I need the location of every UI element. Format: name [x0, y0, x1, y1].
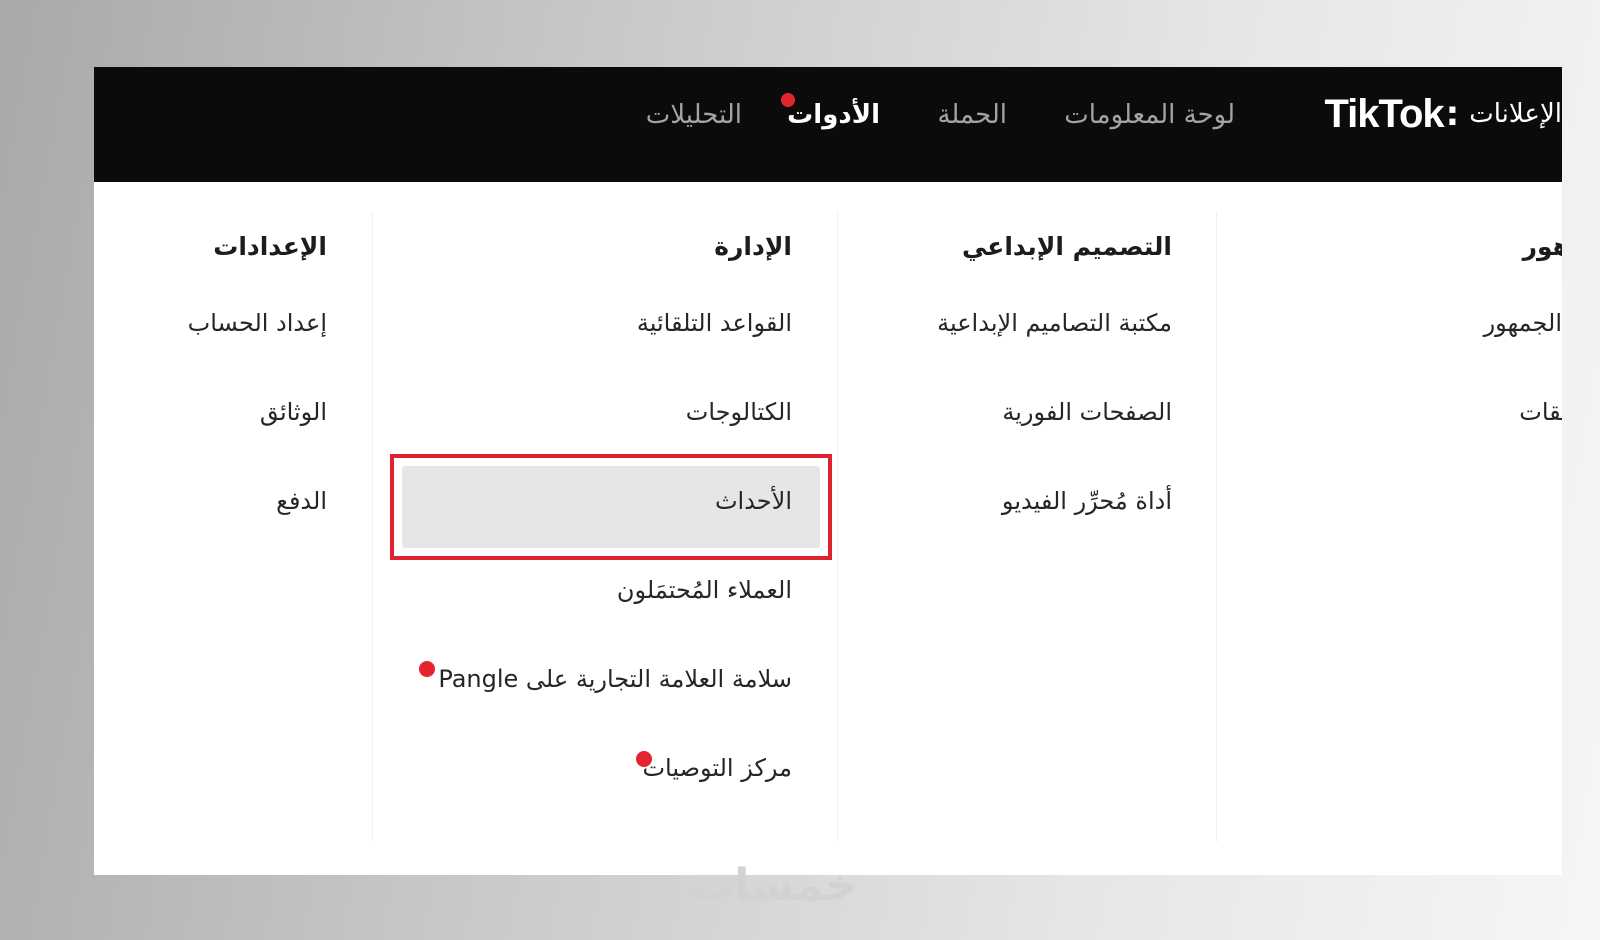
- audience-column-title: هور: [1522, 232, 1562, 261]
- nav-tools-label: الأدوات: [787, 100, 880, 130]
- column-divider: [372, 212, 373, 842]
- menu-item-events[interactable]: الأحداث: [715, 481, 792, 521]
- notification-dot-icon: [419, 661, 435, 677]
- menu-item-recommendations-center[interactable]: مركز التوصيات: [642, 748, 792, 788]
- column-divider: [1216, 212, 1217, 842]
- app-window: TikTok : الإعلانات لوحة المعلومات الحملة…: [94, 67, 1562, 875]
- menu-item-automated-rules[interactable]: القواعد التلقائية: [637, 303, 792, 343]
- menu-item-account-setup[interactable]: إعداد الحساب: [188, 303, 327, 343]
- menu-item-pangle-brand-safety[interactable]: سلامة العلامة التجارية على Pangle: [438, 659, 792, 699]
- menu-item-payment[interactable]: الدفع: [276, 481, 327, 521]
- menu-item-instant-pages[interactable]: الصفحات الفورية: [1002, 392, 1172, 432]
- column-divider: [837, 212, 838, 842]
- nav-analytics[interactable]: التحليلات: [646, 95, 742, 135]
- management-column-title: الإدارة: [714, 232, 792, 261]
- top-navigation-bar: TikTok : الإعلانات لوحة المعلومات الحملة…: [94, 67, 1562, 182]
- brand[interactable]: TikTok : الإعلانات: [1324, 89, 1562, 139]
- brand-ads-label: الإعلانات: [1469, 99, 1562, 129]
- nav-dashboard[interactable]: لوحة المعلومات: [1064, 95, 1235, 135]
- menu-item-leads[interactable]: العملاء المُحتمَلون: [617, 570, 792, 610]
- creative-column-title: التصميم الإبداعي: [961, 232, 1172, 261]
- menu-item-apps[interactable]: يقات: [1519, 392, 1562, 432]
- menu-item-documents[interactable]: الوثائق: [260, 392, 327, 432]
- brand-colon: :: [1445, 94, 1460, 134]
- menu-item-creative-library[interactable]: مكتبة التصاميم الإبداعية: [937, 303, 1172, 343]
- nav-campaign[interactable]: الحملة: [937, 95, 1007, 135]
- settings-column-title: الإعدادات: [213, 232, 327, 261]
- menu-item-catalogs[interactable]: الكتالوجات: [686, 392, 792, 432]
- tiktok-logo: TikTok: [1324, 91, 1444, 136]
- menu-item-video-editor[interactable]: أداة مُحرِّر الفيديو: [1002, 481, 1172, 521]
- nav-tools[interactable]: الأدوات: [781, 93, 880, 135]
- menu-item-audience[interactable]: الجمهور: [1484, 303, 1562, 343]
- notification-dot-icon: [636, 751, 652, 767]
- watermark-logo: خمسات: [690, 860, 857, 911]
